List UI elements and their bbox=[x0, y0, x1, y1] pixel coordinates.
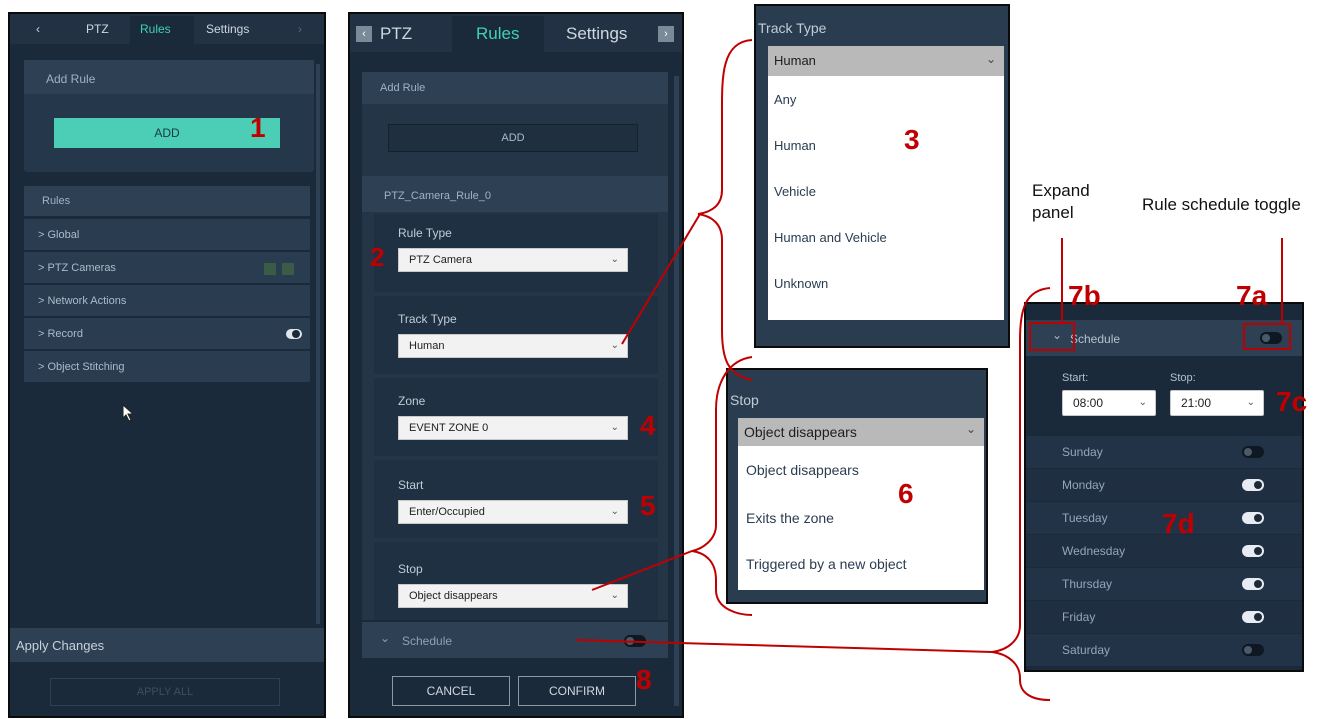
expand-panel-annotation: Expand panel bbox=[1032, 181, 1090, 222]
callout-1: 1 bbox=[250, 112, 266, 143]
rule-schedule-toggle-annotation: Rule schedule toggle bbox=[1142, 195, 1301, 214]
callout-8: 8 bbox=[636, 664, 652, 695]
callout-lines bbox=[575, 39, 1291, 701]
callout-2: 2 bbox=[370, 242, 385, 272]
callout-7a: 7a bbox=[1236, 280, 1268, 311]
callout-6: 6 bbox=[898, 478, 914, 509]
callout-7b: 7b bbox=[1068, 280, 1101, 311]
callout-3: 3 bbox=[904, 124, 920, 155]
callout-4: 4 bbox=[640, 410, 656, 441]
callout-7c: 7c bbox=[1276, 386, 1308, 417]
callout-7d: 7d bbox=[1162, 508, 1195, 539]
callout-5: 5 bbox=[640, 490, 656, 521]
